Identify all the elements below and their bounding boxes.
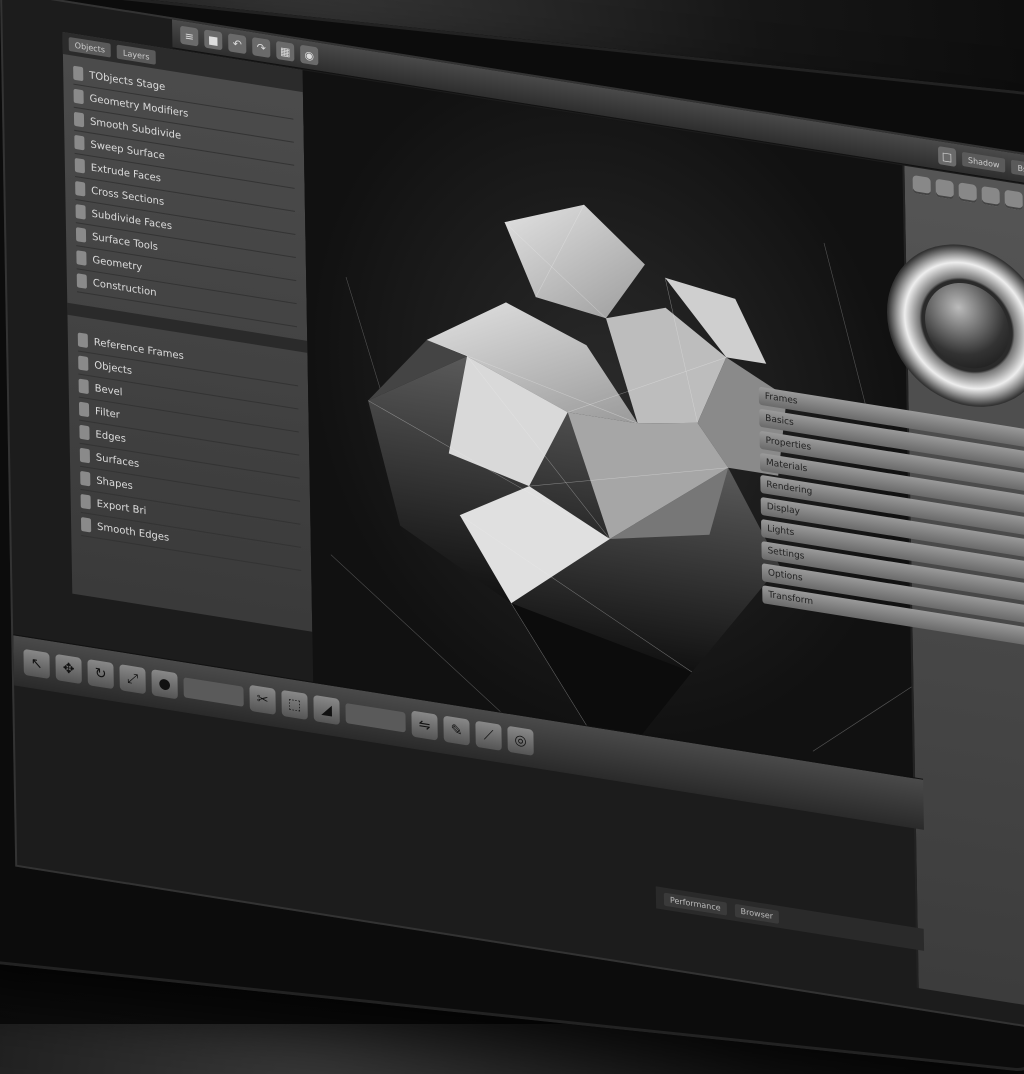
low-poly-mesh [368, 204, 787, 770]
left-panel: Objects Layers TObjects Stage Geometry Mo… [62, 31, 315, 633]
list-item-label: Edges [95, 428, 126, 445]
trackball-icon [924, 276, 1010, 375]
knife-tool-icon[interactable]: ⟋ [475, 720, 502, 751]
layer-icon [79, 447, 90, 464]
layer-icon [78, 401, 90, 418]
list-item-label: Shapes [96, 474, 133, 492]
tool-icon[interactable] [981, 185, 1000, 207]
brush-tool-icon[interactable]: ✎ [443, 715, 470, 746]
layer-icon [75, 204, 86, 220]
layer-icon [79, 424, 90, 441]
list-item-label: Smooth Edges [96, 520, 170, 544]
list-item-label: Export Bri [96, 497, 147, 517]
layer-icon [75, 227, 87, 243]
view-rotation-dial[interactable] [885, 232, 1024, 419]
move-tool-icon[interactable]: ✥ [55, 653, 82, 685]
list-item-label: Filter [94, 405, 120, 421]
select-tool-icon[interactable]: ↖ [23, 648, 50, 680]
bevel-tool-icon[interactable]: ◢ [313, 694, 340, 726]
left-panel-list-top: TObjects Stage Geometry Modifiers Smooth S… [63, 54, 307, 335]
list-item-label: Geometry [92, 254, 143, 274]
tool-icon[interactable] [912, 174, 931, 196]
layer-icon [76, 250, 87, 266]
save-icon[interactable]: ■ [204, 29, 223, 51]
display-icon[interactable]: □ [937, 145, 957, 167]
scale-tool-icon[interactable]: ⤢ [119, 664, 146, 695]
toolbar-slot[interactable] [345, 702, 406, 733]
layer-icon [73, 65, 84, 82]
layer-icon [80, 470, 91, 487]
extrude-tool-icon[interactable]: ⬚ [281, 689, 308, 721]
redo-icon[interactable]: ↷ [252, 37, 271, 58]
layer-icon [73, 88, 84, 105]
tool-icon[interactable] [1004, 189, 1023, 211]
tool-icon[interactable] [935, 178, 954, 200]
status-bar: Performance Browser [655, 886, 925, 951]
tool-icon[interactable] [958, 182, 977, 204]
toolbar-slot[interactable] [183, 677, 244, 707]
left-panel-list-bottom: Reference Frames Objects Bevel Filter Edges S… [68, 321, 312, 579]
layer-icon [78, 355, 89, 372]
layer-icon [80, 516, 92, 533]
list-item-label: Objects [94, 359, 133, 377]
undo-icon[interactable]: ↶ [228, 33, 247, 55]
grid-icon[interactable]: ▦ [276, 40, 295, 62]
app-window: ≡ ■ ↶ ↷ ▦ ◉ □ Shadow Bsc. Objects Layers… [0, 0, 1024, 1030]
mirror-tool-icon[interactable]: ⇋ [411, 710, 438, 741]
sphere-tool-icon[interactable]: ● [151, 669, 178, 700]
bsc-label: Bsc. [1011, 159, 1024, 179]
layer-icon [77, 332, 88, 349]
layer-icon [75, 180, 86, 197]
layer-icon [74, 157, 85, 174]
performance-label: Performance [663, 892, 727, 916]
shadow-label: Shadow [961, 151, 1006, 173]
rotate-tool-icon[interactable]: ↻ [87, 658, 114, 690]
layer-icon [76, 273, 87, 289]
camera-tool-icon[interactable]: ◎ [507, 725, 534, 756]
browser-label: Browser [734, 903, 780, 924]
list-item-label: Bevel [94, 382, 123, 399]
menu-icon[interactable]: ≡ [180, 25, 199, 47]
tab-layers[interactable]: Layers [116, 44, 156, 65]
layer-icon [80, 493, 91, 510]
layer-icon [78, 378, 89, 395]
tab-objects[interactable]: Objects [68, 36, 112, 58]
layer-icon [73, 111, 85, 128]
list-item-label: Surfaces [95, 451, 140, 470]
cut-tool-icon[interactable]: ✂ [249, 684, 276, 715]
right-panel: Frames Basics Properties Materials Rendering… [758, 165, 1024, 1027]
camera-icon[interactable]: ◉ [300, 44, 319, 66]
list-item-label: Construction [92, 277, 157, 299]
layer-icon [74, 134, 85, 151]
